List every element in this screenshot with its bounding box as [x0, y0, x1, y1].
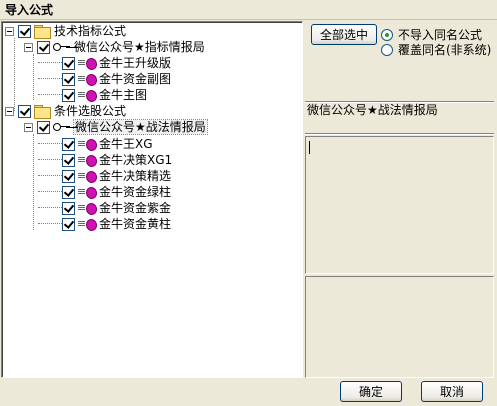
formula-icon: [78, 170, 96, 182]
formula-icon: [78, 138, 96, 150]
formula-icon: [78, 218, 96, 230]
selected-group-name: 微信公众号★战法情报局: [307, 103, 438, 117]
formula-checkbox[interactable]: [62, 169, 75, 183]
tree-group-indicator[interactable]: 技术指标公式: [5, 23, 126, 39]
group-checkbox[interactable]: [18, 24, 31, 38]
formula-icon: [78, 73, 96, 85]
subgroup-checkbox[interactable]: [37, 40, 50, 54]
tree-line: [38, 191, 64, 192]
tree-line: [38, 207, 64, 208]
tree-line: [38, 62, 64, 63]
formula-checkbox[interactable]: [62, 72, 75, 86]
collapse-toggle[interactable]: [24, 42, 33, 52]
radio-overwrite-label: 覆盖同名(非系统): [398, 43, 492, 57]
tree-line: [38, 159, 64, 160]
radio-skip[interactable]: [381, 29, 393, 41]
tree-line: [38, 94, 64, 95]
tree-formula-item[interactable]: 金牛资金黄柱: [62, 216, 171, 232]
formula-label: 金牛王升级版: [99, 56, 172, 70]
tree-subgroup[interactable]: 微信公众号★战法情报局: [24, 119, 208, 135]
subgroup-label: 微信公众号★指标情报局: [74, 40, 205, 54]
formula-checkbox[interactable]: [62, 201, 75, 215]
tree-formula-item[interactable]: 金牛王XG: [62, 136, 153, 152]
formula-checkbox[interactable]: [62, 137, 75, 151]
radio-skip-label: 不导入同名公式: [398, 28, 483, 42]
select-all-button[interactable]: 全部选中: [311, 24, 377, 45]
formula-icon: [78, 154, 96, 166]
formula-checkbox[interactable]: [62, 153, 75, 167]
tree-line: [38, 175, 64, 176]
radio-overwrite[interactable]: [381, 44, 393, 56]
key-icon: [53, 42, 71, 52]
formula-label: 金牛决策XG1: [99, 153, 173, 167]
group-label: 条件选股公式: [54, 104, 127, 118]
tree-line: [38, 143, 64, 144]
formula-icon: [78, 89, 96, 101]
formula-tree[interactable]: 技术指标公式 微信公众号★指标情报局 金牛王升级版 金牛资金副图 金牛主图 条件…: [1, 21, 303, 378]
tree-line: [33, 54, 34, 100]
window-title: 导入公式: [5, 3, 54, 17]
formula-icon: [78, 202, 96, 214]
description-textbox[interactable]: [305, 136, 494, 274]
collapse-toggle[interactable]: [24, 122, 33, 132]
title-bar: 导入公式: [0, 0, 497, 20]
formula-checkbox[interactable]: [62, 56, 75, 70]
subgroup-label: 微信公众号★战法情报局: [73, 119, 208, 135]
formula-icon: [78, 186, 96, 198]
tree-formula-item[interactable]: 金牛王升级版: [62, 55, 171, 71]
formula-label: 金牛资金绿柱: [99, 185, 172, 199]
formula-label: 金牛主图: [99, 88, 148, 102]
group-label: 技术指标公式: [54, 24, 127, 38]
collapse-toggle[interactable]: [5, 106, 14, 116]
tree-line: [33, 134, 34, 230]
formula-label: 金牛决策精选: [99, 169, 172, 183]
divider: [305, 133, 494, 135]
tree-group-stock-selection[interactable]: 条件选股公式: [5, 103, 126, 119]
radio-skip-duplicates[interactable]: 不导入同名公式: [381, 28, 482, 42]
formula-checkbox[interactable]: [62, 185, 75, 199]
key-icon: [53, 122, 71, 132]
tree-formula-item[interactable]: 金牛决策XG1: [62, 152, 172, 168]
tree-formula-item[interactable]: 金牛资金绿柱: [62, 184, 171, 200]
formula-checkbox[interactable]: [62, 88, 75, 102]
tree-line: [14, 38, 15, 111]
formula-label: 金牛资金副图: [99, 72, 172, 86]
formula-label: 金牛资金紫金: [99, 201, 172, 215]
radio-overwrite-duplicates[interactable]: 覆盖同名(非系统): [381, 43, 491, 57]
formula-label: 金牛王XG: [99, 137, 153, 151]
text-caret: [309, 141, 310, 154]
group-checkbox[interactable]: [18, 104, 31, 118]
tree-subgroup[interactable]: 微信公众号★指标情报局: [24, 39, 205, 55]
tree-formula-item[interactable]: 金牛资金紫金: [62, 200, 171, 216]
tree-formula-item[interactable]: 金牛决策精选: [62, 168, 171, 184]
ok-button[interactable]: 确定: [340, 381, 402, 402]
notes-textbox[interactable]: [305, 276, 494, 378]
formula-checkbox[interactable]: [62, 217, 75, 231]
folder-icon: [34, 25, 51, 39]
formula-label: 金牛资金黄柱: [99, 217, 172, 231]
subgroup-checkbox[interactable]: [37, 120, 50, 134]
tree-line: [38, 223, 64, 224]
formula-icon: [78, 57, 96, 69]
tree-formula-item[interactable]: 金牛资金副图: [62, 71, 171, 87]
folder-icon: [34, 105, 51, 119]
cancel-button[interactable]: 取消: [421, 381, 483, 402]
tree-formula-item[interactable]: 金牛主图: [62, 87, 147, 103]
collapse-toggle[interactable]: [5, 26, 14, 36]
tree-line: [38, 78, 64, 79]
